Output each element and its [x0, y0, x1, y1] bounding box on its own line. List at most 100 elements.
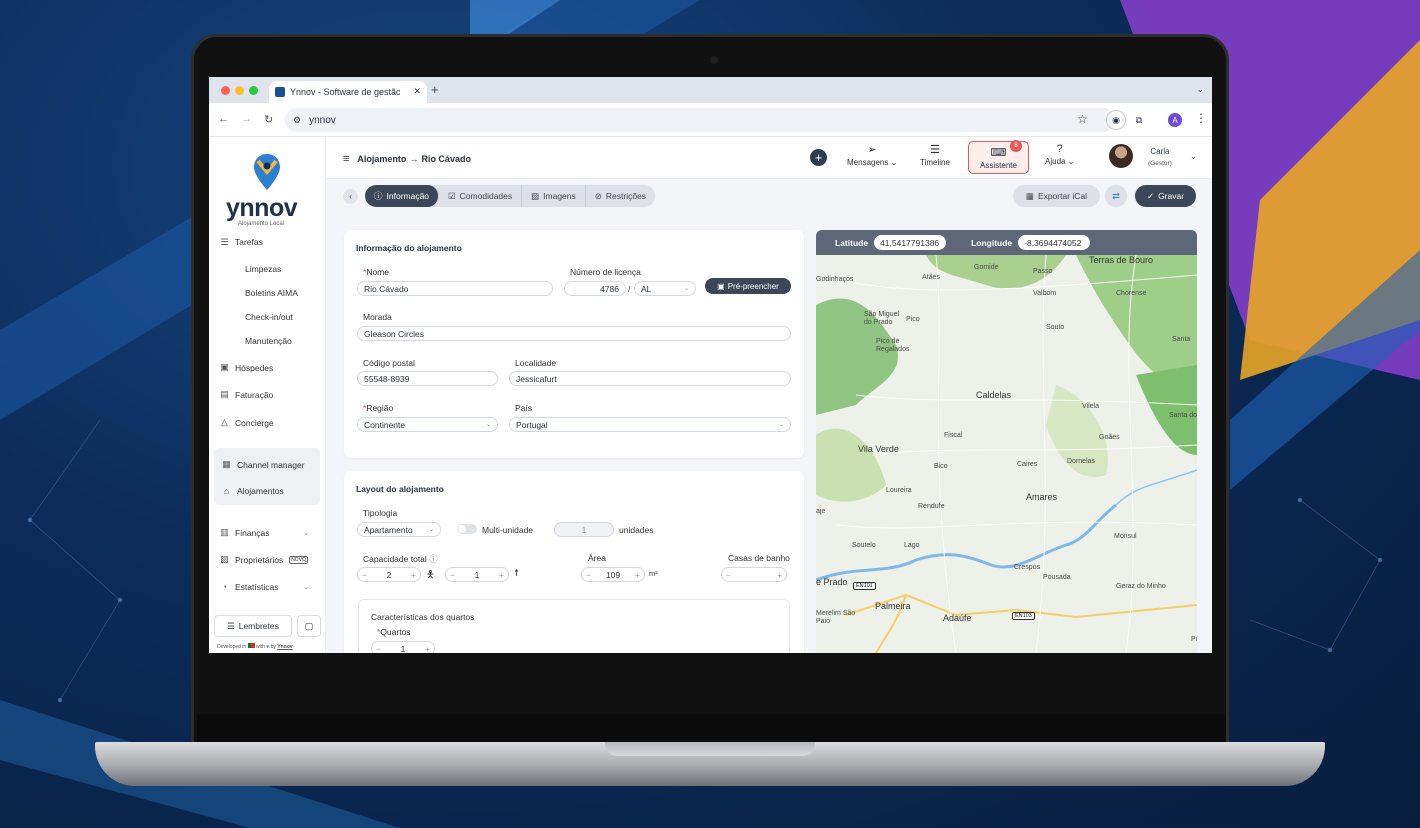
minus-icon[interactable]: −: [376, 644, 381, 654]
sidebar-item-channel-manager[interactable]: ▦ Channel manager: [221, 459, 304, 470]
sidebar-item-label: Hóspedes: [235, 362, 274, 373]
menu-toggle-icon[interactable]: ≡: [343, 153, 349, 165]
card-title: Layout do alojamento: [356, 484, 444, 494]
close-tab-icon[interactable]: ✕: [413, 86, 421, 97]
morada-field[interactable]: Gleason Circles: [357, 326, 791, 341]
sidebar-subitem-manutencao[interactable]: Manutenção: [245, 336, 292, 346]
sidebar-subitem-checkin[interactable]: Check-in/out: [245, 312, 293, 322]
forward-arrow-icon[interactable]: →: [241, 113, 252, 125]
sidebar-item-label: Manutenção: [245, 336, 292, 346]
map-place-label: Terras de Bouro: [1089, 255, 1154, 265]
info-card: Informação do alojamento *Nome Rio Cávad…: [344, 230, 804, 458]
sidebar-item-alojamentos[interactable]: ⌂ Alojamentos: [221, 486, 284, 496]
minus-icon[interactable]: −: [362, 570, 367, 580]
prefill-label: Pré-preencher: [727, 281, 779, 291]
breadcrumb-parent[interactable]: Alojamento: [357, 154, 406, 164]
area-stepper[interactable]: − 109 +: [581, 567, 645, 582]
assistente-button[interactable]: ⌨ Assistente 8: [968, 140, 1029, 174]
tab-restricoes[interactable]: ⊘ Restrições: [586, 185, 655, 207]
map-place-label: Pico de Regalados: [876, 338, 910, 353]
codigo-postal-field[interactable]: 55548-8939: [357, 371, 498, 386]
sync-icon[interactable]: ⇄: [1105, 185, 1127, 207]
timeline-label: Timeline: [920, 158, 950, 167]
licenca-tipo-select[interactable]: AL ⌄: [634, 281, 696, 296]
map-place-label: Atães: [922, 274, 940, 281]
quartos-stepper[interactable]: − 1 +: [371, 641, 435, 653]
timeline-button[interactable]: ☰ Timeline: [920, 143, 950, 167]
map-place-label: Bico: [934, 463, 948, 470]
notes-icon[interactable]: ▢: [297, 615, 321, 637]
browser-tab[interactable]: Ynnov - Software de gestão de Alojamento…: [269, 81, 427, 103]
ajuda-button[interactable]: ? Ajuda ⌄: [1045, 143, 1074, 166]
sidebar-subitem-limpezas[interactable]: Limpezas: [245, 264, 281, 274]
plus-icon[interactable]: +: [777, 570, 782, 580]
longitude-field[interactable]: -8,3694474052: [1018, 235, 1091, 250]
sidebar-item-proprietarios[interactable]: ▧ Proprietários NOVO ⌄: [219, 554, 319, 565]
sidebar-item-label: Check-in/out: [245, 312, 293, 322]
profile-avatar[interactable]: A: [1168, 113, 1182, 127]
sidebar-item-label: Faturação: [235, 389, 274, 400]
licenca-field[interactable]: 4786: [564, 281, 626, 296]
add-button[interactable]: +: [810, 149, 827, 166]
localidade-field[interactable]: Jessicafurt: [509, 371, 791, 386]
map[interactable]: Terras de Bouro Gomide Passo Atães Godinhaço…: [816, 255, 1197, 653]
browser-menu-icon[interactable]: ⋮: [1195, 111, 1207, 125]
new-tab-icon[interactable]: +: [431, 82, 439, 97]
casas-banho-stepper[interactable]: − +: [721, 567, 787, 582]
tab-informacao[interactable]: ⓘ Informação: [365, 185, 440, 207]
extensions-puzzle-icon[interactable]: ⧉: [1129, 110, 1149, 130]
ynnov-link[interactable]: Ynnov: [277, 644, 292, 650]
assistant-icon: ⌨: [990, 146, 1007, 159]
maximize-window-button[interactable]: [249, 86, 258, 95]
reload-icon[interactable]: ↻: [264, 113, 273, 126]
unidades-field[interactable]: 1: [554, 522, 614, 537]
minimize-window-button[interactable]: [235, 86, 244, 95]
send-icon: ➢: [867, 144, 877, 156]
back-arrow-icon[interactable]: ←: [218, 113, 229, 125]
pais-select[interactable]: Portugal ⌄: [509, 417, 791, 432]
tab-search-chevron-icon[interactable]: ⌄: [1196, 84, 1204, 95]
url-field[interactable]: ⚙ ynnov: [285, 108, 1115, 132]
latitude-label: Latitude: [835, 237, 869, 248]
chevron-down-icon[interactable]: ⌄: [1190, 152, 1197, 161]
plus-icon[interactable]: +: [411, 570, 416, 580]
mensagens-button[interactable]: ➢ Mensagens ⌄: [847, 143, 897, 167]
lembretes-button[interactable]: ☰ Lembretes: [214, 615, 292, 637]
sidebar-item-concierge[interactable]: △ Concierge: [219, 417, 274, 428]
regiao-select[interactable]: Continente ⌄: [357, 417, 498, 432]
criancas-stepper[interactable]: − 1 +: [445, 567, 509, 582]
back-button[interactable]: ‹: [343, 189, 358, 204]
minus-icon[interactable]: −: [726, 570, 731, 580]
close-window-button[interactable]: [221, 86, 230, 95]
latitude-field[interactable]: 41,5417791386: [874, 235, 947, 250]
pais-label: País: [515, 403, 533, 413]
plus-icon[interactable]: +: [499, 570, 504, 580]
multi-unidade-toggle[interactable]: [457, 524, 477, 534]
plus-icon[interactable]: +: [635, 570, 640, 580]
extension-icon[interactable]: ◉: [1106, 110, 1126, 130]
sidebar-item-financas[interactable]: ▥ Finanças ⌄: [219, 527, 319, 538]
plus-icon[interactable]: +: [425, 644, 430, 654]
exportar-ical-button[interactable]: ▦ Exportar iCal: [1013, 185, 1100, 207]
tab-comodidades[interactable]: ☑ Comodidades: [439, 185, 523, 207]
nome-field[interactable]: Rio Cávado: [357, 281, 553, 296]
sidebar-item-hospedes[interactable]: ▣ Hóspedes: [219, 362, 273, 373]
user-info[interactable]: Carla (Gestor): [1148, 146, 1172, 169]
bookmark-star-icon[interactable]: ☆: [1077, 112, 1088, 126]
gravar-button[interactable]: ✓ Gravar: [1135, 185, 1196, 207]
site-settings-icon[interactable]: ⚙: [293, 115, 301, 126]
tipologia-select[interactable]: Apartamento ⌄: [357, 522, 441, 537]
user-avatar[interactable]: [1109, 144, 1133, 168]
minus-icon[interactable]: −: [450, 570, 455, 580]
minus-icon[interactable]: −: [586, 570, 591, 580]
chevron-down-icon: ⌄: [303, 556, 309, 564]
sidebar-item-faturacao[interactable]: ▤ Faturação: [219, 389, 273, 400]
sidebar-item-tarefas[interactable]: ☰ Tarefas: [219, 238, 262, 246]
sidebar-item-estatisticas[interactable]: ◔ Estatísticas ⌄: [219, 582, 319, 592]
sidebar-subitem-boletins[interactable]: Boletins AIMA: [245, 288, 298, 298]
road-shield: EN103: [1012, 612, 1035, 620]
chevron-down-icon: ⌄: [303, 584, 309, 591]
pre-preencher-button[interactable]: ▣ Pré-preencher: [705, 278, 791, 294]
tab-imagens[interactable]: ▨ Imagens: [522, 185, 586, 207]
adultos-stepper[interactable]: − 2 +: [357, 567, 421, 582]
